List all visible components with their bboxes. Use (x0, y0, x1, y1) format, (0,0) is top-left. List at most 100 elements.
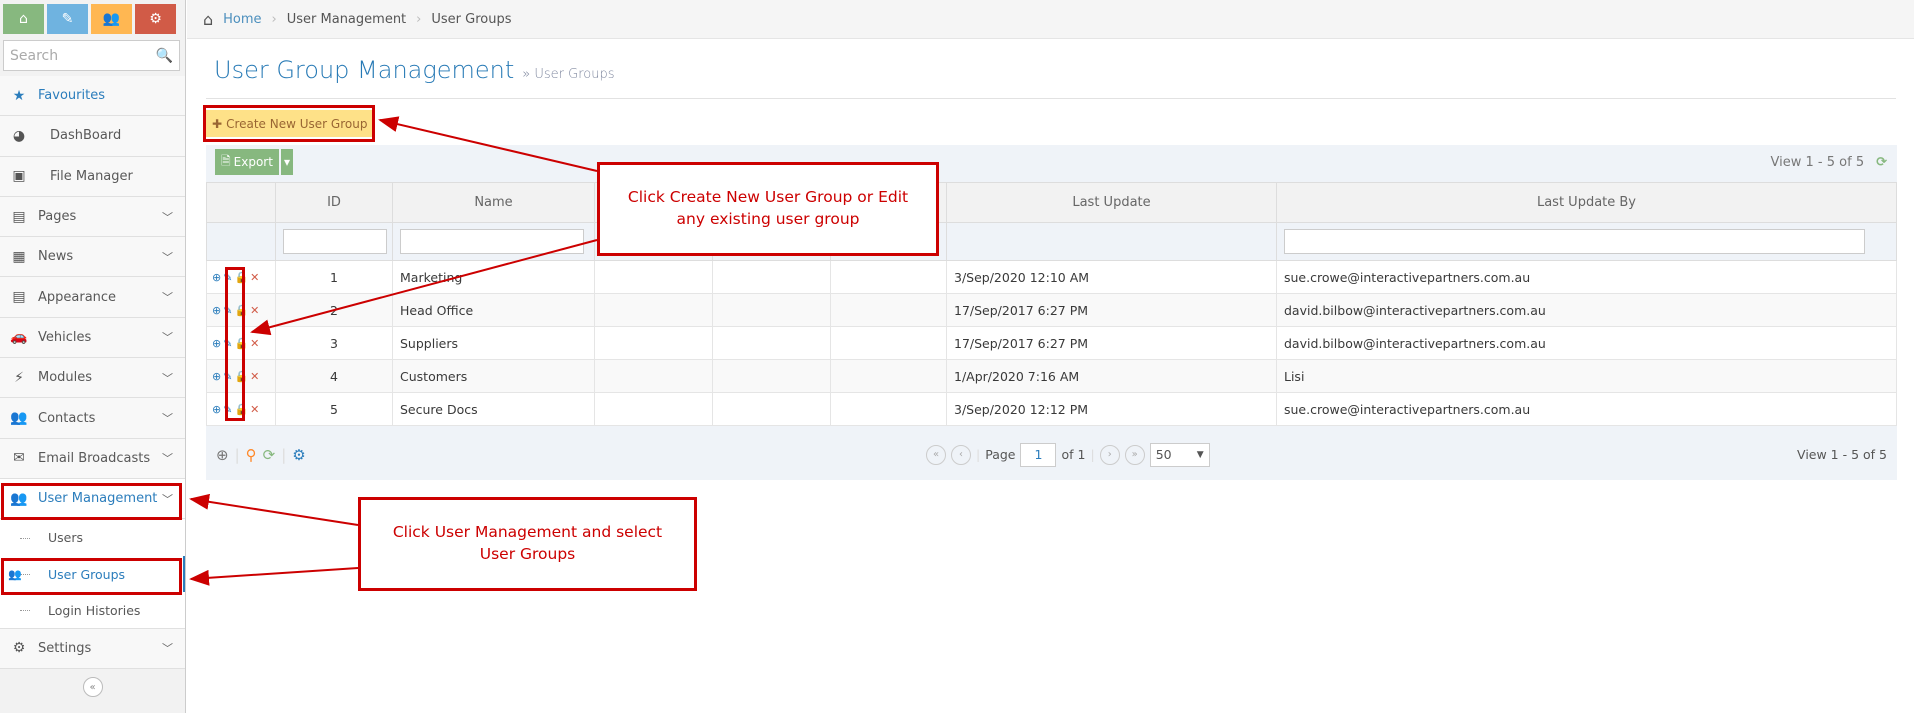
first-page-button[interactable]: « (926, 444, 946, 465)
view-icon[interactable]: ⊕ (212, 370, 221, 383)
view-icon[interactable]: ⊕ (212, 271, 221, 284)
highlight-user-groups (1, 558, 182, 595)
sidebar-item-label: Email Broadcasts (38, 450, 151, 466)
cell-last-update: 17/Sep/2017 6:27 PM (946, 326, 1277, 360)
export-dropdown-caret[interactable]: ▾ (280, 149, 293, 175)
filter-last-update-by-input[interactable] (1284, 229, 1866, 254)
pencil-icon[interactable]: ✎ (47, 4, 88, 34)
cell-name: Secure Docs (392, 392, 595, 426)
prev-page-button[interactable]: ‹ (951, 444, 971, 465)
page-input[interactable]: 1 (1020, 442, 1057, 467)
sidebar-item-dashboard[interactable]: ◕ DashBoard (0, 116, 185, 157)
search-icon[interactable]: 🔍 (156, 48, 173, 64)
divider (206, 98, 1896, 99)
cell-last-update: 1/Apr/2020 7:16 AM (946, 359, 1277, 393)
cell-id: 3 (275, 326, 393, 360)
sidebar-item-news[interactable]: ▦ News ﹀ (0, 237, 185, 278)
cell-name: Suppliers (392, 326, 595, 360)
page-label: Page (985, 447, 1016, 462)
highlight-create-button (203, 105, 375, 142)
cell-name: Head Office (392, 293, 595, 327)
table-row[interactable]: ⊕ ✎ 🔒 ✕ 5 Secure Docs 3/Sep/2020 12:12 PM s… (206, 392, 1897, 426)
page-subtitle: » User Groups (522, 67, 615, 82)
sidebar-item-modules[interactable]: ⚡ Modules ﹀ (0, 358, 185, 399)
column-header-id[interactable]: ID (275, 182, 393, 223)
sidebar-subitem-users[interactable]: Users (0, 519, 185, 556)
cell-last-update: 3/Sep/2020 12:12 PM (946, 392, 1277, 426)
chevron-down-icon: ﹀ (162, 412, 173, 426)
last-page-button[interactable]: » (1124, 444, 1145, 465)
delete-icon[interactable]: ✕ (250, 337, 259, 350)
sidebar-item-favourites[interactable]: ★ Favourites (0, 76, 185, 117)
search-icon[interactable]: ⚲ (246, 446, 257, 464)
view-icon[interactable]: ⊕ (212, 304, 221, 317)
callout-create-edit: Click Create New User Group or Edit any … (597, 162, 939, 256)
filter-id-input[interactable] (283, 229, 387, 254)
page-title: User Group Management » User Groups (214, 56, 615, 84)
delete-icon[interactable]: ✕ (250, 271, 259, 284)
breadcrumb: ⌂ Home › User Management › User Groups (187, 0, 1914, 39)
filter-name-input[interactable] (400, 229, 585, 254)
settings-icon[interactable]: ⚙ (292, 446, 305, 464)
delete-icon[interactable]: ✕ (250, 403, 259, 416)
cogs-icon[interactable]: ⚙ (135, 4, 176, 34)
sidebar-item-appearance[interactable]: ▤ Appearance ﹀ (0, 277, 185, 318)
search-input[interactable]: Search 🔍 (3, 40, 180, 71)
home-icon[interactable]: ⌂ (3, 4, 44, 34)
sidebar-item-email-broadcasts[interactable]: ✉ Email Broadcasts ﹀ (0, 438, 185, 479)
view-icon[interactable]: ⊕ (212, 403, 221, 416)
chevron-down-icon: ﹀ (162, 210, 173, 224)
view-count-top: View 1 - 5 of 5 (1770, 155, 1865, 170)
sidebar-item-vehicles[interactable]: 🚗 Vehicles ﹀ (0, 317, 185, 359)
breadcrumb-home[interactable]: Home (223, 12, 261, 27)
picture-icon: ▣ (12, 168, 26, 185)
callout-user-management: Click User Management and select User Gr… (358, 497, 697, 591)
cell-last-update-by: sue.crowe@interactivepartners.com.au (1276, 392, 1897, 426)
sidebar-item-pages[interactable]: ▤ Pages ﹀ (0, 196, 185, 238)
view-icon[interactable]: ⊕ (212, 337, 221, 350)
users-icon[interactable]: 👥 (91, 4, 132, 34)
grid-table: ID Name Last Update Last Update By ⊕ ✎ 🔒 ✕ … (206, 182, 1897, 426)
sidebar-item-label: Settings (38, 640, 92, 656)
next-page-button[interactable]: › (1099, 444, 1120, 465)
sidebar-item-contacts[interactable]: 👥 Contacts ﹀ (0, 398, 185, 439)
sidebar-item-file-manager[interactable]: ▣ File Manager (0, 156, 185, 197)
column-header-last-update-by[interactable]: Last Update By (1276, 182, 1897, 223)
users-icon: 👥 (10, 410, 28, 427)
refresh-icon[interactable]: ⟳ (1876, 155, 1887, 170)
user-groups-grid: 🗎 Export ▾ View 1 - 5 of 5 ⟳ ID Name Last U… (206, 145, 1897, 480)
sidebar-item-label: Appearance (38, 289, 117, 305)
delete-icon[interactable]: ✕ (250, 370, 259, 383)
page-size-select[interactable]: 50 ▼ (1149, 442, 1210, 467)
highlight-user-management (1, 483, 182, 520)
pager: ⊕ | ⚲ ⟳ | ⚙ «‹ | Page 1 of 1 | ›» 50 ▼ View 1 - … (206, 429, 1897, 480)
page-title-text: User Group Management (214, 56, 515, 84)
breadcrumb-user-management[interactable]: User Management (287, 12, 406, 27)
car-icon: 🚗 (10, 329, 28, 346)
newspaper-icon: ▦ (12, 248, 26, 265)
search-zoom-icon[interactable]: ⊕ (216, 446, 229, 464)
chevron-down-icon: ﹀ (162, 331, 173, 345)
table-row[interactable]: ⊕ ✎ 🔒 ✕ 1 Marketing 3/Sep/2020 12:10 AM sue… (206, 260, 1897, 294)
refresh-icon[interactable]: ⟳ (263, 446, 276, 464)
cell-last-update-by: david.bilbow@interactivepartners.com.au (1276, 293, 1897, 327)
table-row[interactable]: ⊕ ✎ 🔒 ✕ 4 Customers 1/Apr/2020 7:16 AM Lisi (206, 359, 1897, 393)
collapse-sidebar-icon[interactable]: « (82, 677, 103, 698)
breadcrumb-user-groups: User Groups (431, 11, 512, 27)
column-header-name[interactable]: Name (392, 182, 595, 223)
chevron-right-icon: › (416, 11, 422, 27)
cell-last-update-by: david.bilbow@interactivepartners.com.au (1276, 326, 1897, 360)
table-row[interactable]: ⊕ ✎ 🔒 ✕ 2 Head Office 17/Sep/2017 6:27 PM d… (206, 293, 1897, 327)
table-row[interactable]: ⊕ ✎ 🔒 ✕ 3 Suppliers 17/Sep/2017 6:27 PM dav… (206, 326, 1897, 360)
export-button[interactable]: 🗎 Export (215, 149, 279, 175)
dashboard-icon: ◕ (12, 127, 26, 144)
sidebar-item-label: Modules (38, 370, 93, 386)
chevron-down-icon: ﹀ (162, 371, 173, 385)
sidebar-item-label: Vehicles (38, 329, 92, 345)
sidebar-item-label: DashBoard (50, 128, 122, 144)
delete-icon[interactable]: ✕ (250, 304, 259, 317)
star-icon: ★ (12, 87, 26, 104)
sidebar-item-settings[interactable]: ⚙ Settings ﹀ (0, 628, 185, 670)
column-header-last-update[interactable]: Last Update (946, 182, 1277, 223)
sidebar-subitem-login-histories[interactable]: Login Histories (0, 592, 185, 629)
